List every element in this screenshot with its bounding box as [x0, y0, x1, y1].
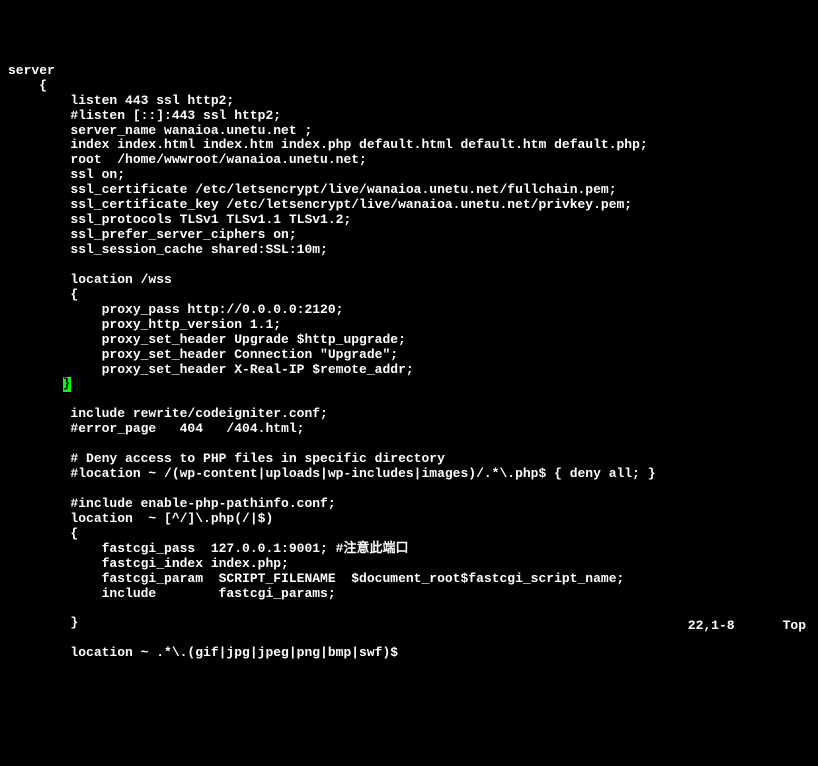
scroll-position: Top — [783, 619, 806, 634]
terminal-output[interactable]: server { listen 443 ssl http2; #listen [… — [8, 64, 810, 662]
cursor-position: 22,1-8 — [688, 619, 735, 634]
vim-status-line: 22,1-8 Top — [688, 619, 806, 634]
terminal-cursor: } — [63, 377, 71, 392]
